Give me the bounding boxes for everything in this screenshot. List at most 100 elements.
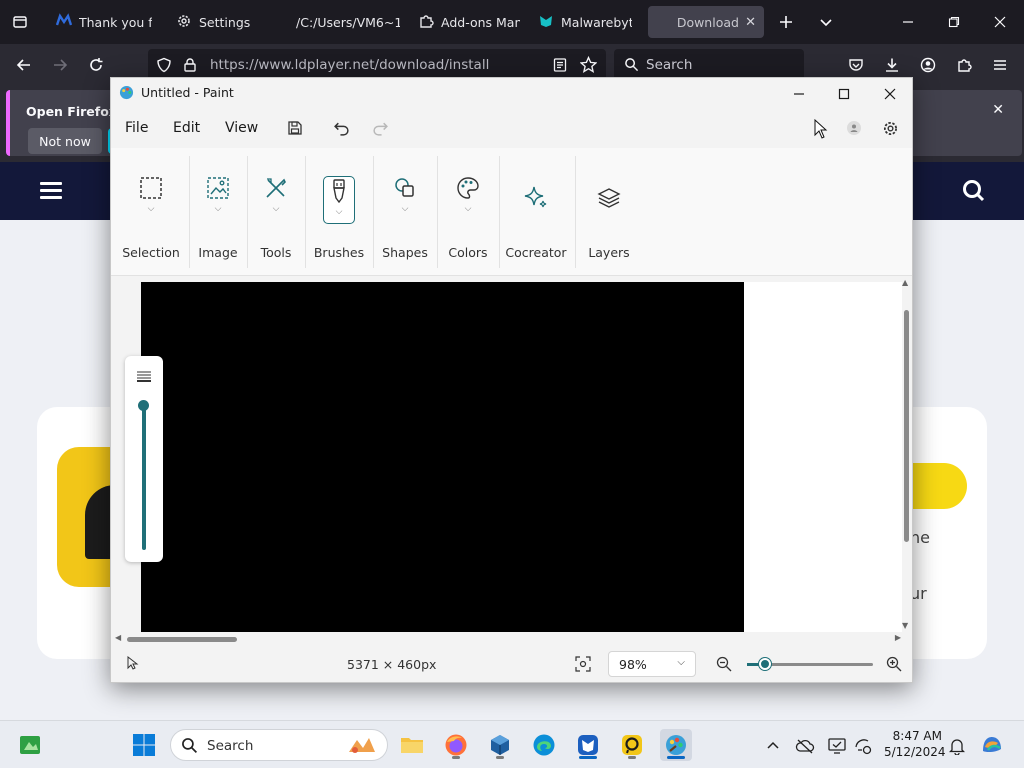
chevron-down-icon: ⌵ [147,204,155,214]
settings-gear-icon[interactable] [878,117,902,139]
paint-taskbar-icon[interactable] [660,729,692,761]
site-search-icon[interactable] [962,179,986,207]
edge-icon[interactable] [528,729,560,761]
ldplayer-icon[interactable] [616,729,648,761]
ribbon-group-selection[interactable]: ⌵ Selection [122,148,180,276]
layers-icon[interactable] [591,186,627,230]
brushes-icon[interactable]: ⌵ [323,176,355,224]
menu-edit[interactable]: Edit [173,120,200,136]
scrollbar-thumb[interactable] [127,637,237,642]
zoom-slider-handle[interactable] [759,658,771,670]
tab-addons[interactable]: Add-ons Mana [410,6,528,38]
downloads-icon[interactable] [880,53,904,77]
show-hidden-icons-chevron-icon[interactable] [762,735,784,757]
clock-time: 8:47 AM [892,729,942,743]
selection-icon[interactable]: ⌵ [133,176,169,220]
browser-minimize-icon[interactable] [888,8,928,36]
zoom-in-icon[interactable] [886,656,902,676]
reload-icon[interactable] [84,53,108,77]
slider-handle[interactable] [138,400,149,411]
ribbon-group-brushes[interactable]: ⌵ Brushes [313,148,365,276]
virtualbox-icon[interactable] [484,729,516,761]
taskbar-search-box[interactable]: Search [170,729,388,761]
horizontal-scrollbar[interactable]: ◀ ▶ [115,633,901,644]
notification-bell-icon[interactable] [946,735,968,757]
malwarebytes-taskbar-icon[interactable] [572,729,604,761]
vertical-scrollbar[interactable]: ▲ ▼ [902,278,910,630]
scroll-down-icon[interactable]: ▼ [902,621,908,630]
account-icon[interactable] [916,53,940,77]
tools-icon[interactable]: ⌵ [258,176,294,220]
menu-hamburger-icon[interactable] [988,53,1012,77]
tab-download[interactable]: Download ✕ [648,6,764,38]
paint-close-icon[interactable] [870,82,910,106]
close-tab-icon[interactable]: ✕ [745,15,756,30]
file-explorer-icon[interactable] [396,729,428,761]
canvas-background-area[interactable] [744,282,902,632]
close-icon[interactable]: ✕ [992,102,1004,118]
canvas-area[interactable]: ▲ ▼ ◀ ▶ [111,276,912,646]
tab-thank-you[interactable]: Thank you for [48,6,160,38]
save-icon[interactable] [283,117,307,139]
scroll-up-icon[interactable]: ▲ [902,278,908,287]
ribbon-group-image[interactable]: ⌵ Image [195,148,241,276]
scroll-right-icon[interactable]: ▶ [895,633,901,642]
sparkle-icon[interactable] [518,184,554,228]
tracking-shield-icon[interactable] [156,57,172,77]
menu-file[interactable]: File [125,120,148,136]
ribbon-group-shapes[interactable]: ⌵ Shapes [381,148,429,276]
bookmark-star-icon[interactable] [579,55,598,77]
mouse-cursor-icon [809,118,833,140]
not-now-button[interactable]: Not now [28,128,102,154]
tab-overview-icon[interactable] [8,10,32,34]
reader-view-icon[interactable] [552,57,568,77]
tab-local-file[interactable]: /C:/Users/VM6~1/ [288,6,408,38]
zoom-level-dropdown[interactable]: 98% ⌵ [608,651,696,677]
tab-settings[interactable]: Settings [168,6,284,38]
list-tabs-chevron-icon[interactable] [814,10,838,34]
onedrive-offline-icon[interactable] [794,735,816,757]
ribbon-group-layers[interactable]: Layers [585,148,633,276]
site-menu-icon[interactable] [40,182,62,200]
display-check-icon[interactable] [826,735,848,757]
running-indicator [496,756,504,759]
ribbon-divider [499,156,500,268]
browser-restore-icon[interactable] [934,8,974,36]
ribbon-group-tools[interactable]: ⌵ Tools [253,148,299,276]
firefox-icon[interactable] [440,729,472,761]
palette-icon[interactable]: ⌵ [450,176,486,220]
forward-arrow-icon[interactable] [48,53,72,77]
system-clock[interactable]: 8:47 AM 5/12/2024 [884,728,946,760]
network-settings-icon[interactable] [852,735,874,757]
browser-close-icon[interactable] [980,8,1020,36]
menu-view[interactable]: View [225,120,258,136]
scroll-left-icon[interactable]: ◀ [115,633,121,642]
windows-start-icon[interactable] [128,729,160,761]
ribbon-group-cocreator[interactable]: Cocreator [505,148,567,276]
shapes-icon[interactable]: ⌵ [387,176,423,220]
new-tab-icon[interactable] [774,10,798,34]
zoom-out-icon[interactable] [716,656,732,676]
fit-to-window-icon[interactable] [575,656,591,676]
extensions-icon[interactable] [952,53,976,77]
undo-icon[interactable] [329,117,353,139]
tab-label: /C:/Users/VM6~1/ [296,14,400,30]
url-text: https://www.ldplayer.net/download/instal… [210,57,490,73]
profile-avatar-icon[interactable] [842,117,866,139]
copilot-icon[interactable] [976,729,1008,761]
ribbon-group-colors[interactable]: ⌵ Colors [445,148,491,276]
brush-size-slider[interactable] [125,356,163,562]
drawing-canvas[interactable] [141,282,744,632]
tab-malwarebytes[interactable]: Malwarebytes [530,6,640,38]
paint-maximize-icon[interactable] [824,82,864,106]
image-icon[interactable]: ⌵ [200,176,236,220]
paint-minimize-icon[interactable] [779,82,819,106]
lock-icon[interactable] [182,57,198,77]
scrollbar-thumb[interactable] [904,310,909,542]
pocket-icon[interactable] [844,53,868,77]
zoom-slider[interactable] [747,658,873,670]
back-arrow-icon[interactable] [12,53,36,77]
desktop-widget-icon[interactable] [14,729,46,761]
windows-taskbar: Search 8:47 AM 5/12/2024 [0,720,1024,768]
redo-icon[interactable] [368,117,392,139]
